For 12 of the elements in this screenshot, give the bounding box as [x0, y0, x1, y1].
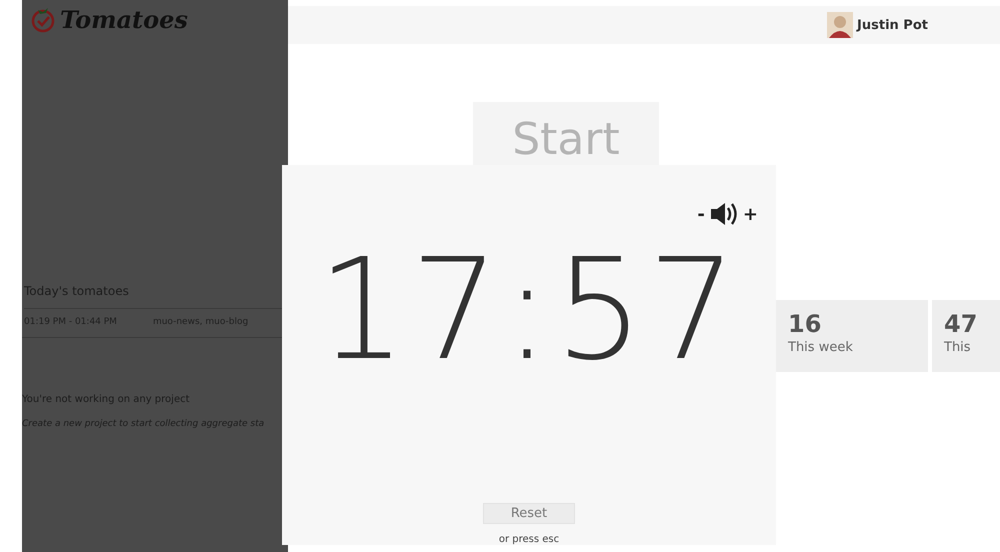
tomato-check-icon: [30, 5, 56, 33]
volume-up-button[interactable]: +: [742, 204, 758, 224]
stat-label: This week: [788, 340, 854, 355]
stat-value: 47: [944, 310, 978, 338]
avatar-icon[interactable]: [827, 12, 854, 38]
volume-down-button[interactable]: -: [697, 204, 705, 224]
reset-button[interactable]: Reset: [483, 503, 575, 524]
stat-value: 16: [788, 310, 822, 338]
user-name[interactable]: Justin Pot: [857, 18, 928, 32]
timer-display: 17:57: [317, 241, 741, 381]
stat-label: This: [944, 340, 972, 355]
keyboard-hint: or press esc: [498, 534, 560, 545]
